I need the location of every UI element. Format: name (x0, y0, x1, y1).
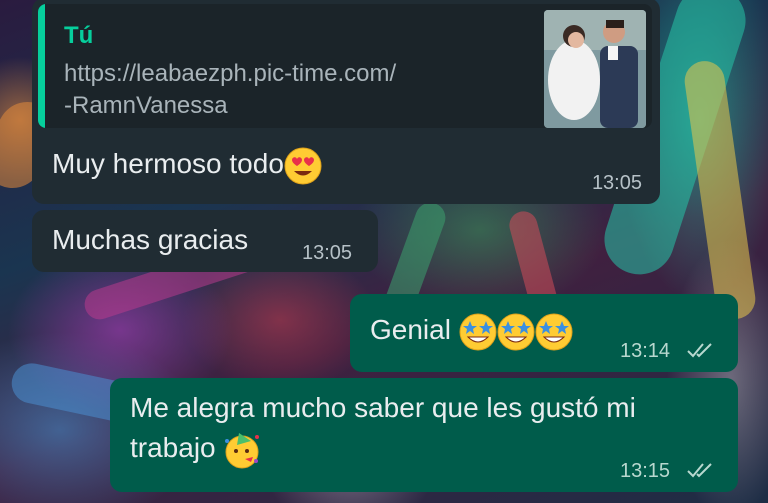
message-text-line: Me alegra mucho saber que les gustó mi (130, 392, 636, 423)
message-text: Muy hermoso todo (52, 144, 322, 185)
message-text: Genial (370, 310, 573, 351)
star-struck-emoji (497, 313, 535, 351)
message-bubble-incoming[interactable]: Tú https://leabaezph.pic-time.com/ -Ramn… (32, 0, 660, 204)
quoted-message[interactable]: Tú https://leabaezph.pic-time.com/ -Ramn… (38, 4, 652, 128)
quote-text-line: -RamnVanessa (64, 92, 228, 119)
partying-face-emoji (223, 431, 261, 469)
quote-thumbnail-image (544, 10, 646, 128)
message-timestamp: 13:14 (620, 340, 671, 362)
heart-eyes-emoji (284, 147, 322, 185)
star-struck-emoji (535, 313, 573, 351)
message-bubble-outgoing[interactable]: Me alegra mucho saber que les gustó mi t… (110, 378, 738, 492)
message-bubble-incoming[interactable]: Muchas gracias 13:05 (32, 210, 378, 272)
star-struck-emoji (459, 313, 497, 351)
message-text-line: trabajo (130, 428, 636, 469)
message-timestamp: 13:05 (591, 172, 642, 194)
quote-text-line: https://leabaezph.pic-time.com/ (64, 60, 397, 87)
double-check-icon (687, 343, 712, 358)
message-timestamp: 13:15 (620, 460, 671, 482)
message-text: Muchas gracias (52, 224, 249, 255)
message-timestamp: 13:05 (302, 242, 353, 264)
double-check-icon (687, 463, 712, 478)
message-bubble-outgoing[interactable]: Genial 13:14 (350, 294, 738, 372)
quote-author: Tú (64, 22, 94, 49)
message-text: Me alegra mucho saber que les gustó mi t… (130, 388, 636, 469)
quote-text: https://leabaezph.pic-time.com/ -RamnVan… (64, 58, 534, 122)
quote-accent-bar (38, 4, 45, 128)
